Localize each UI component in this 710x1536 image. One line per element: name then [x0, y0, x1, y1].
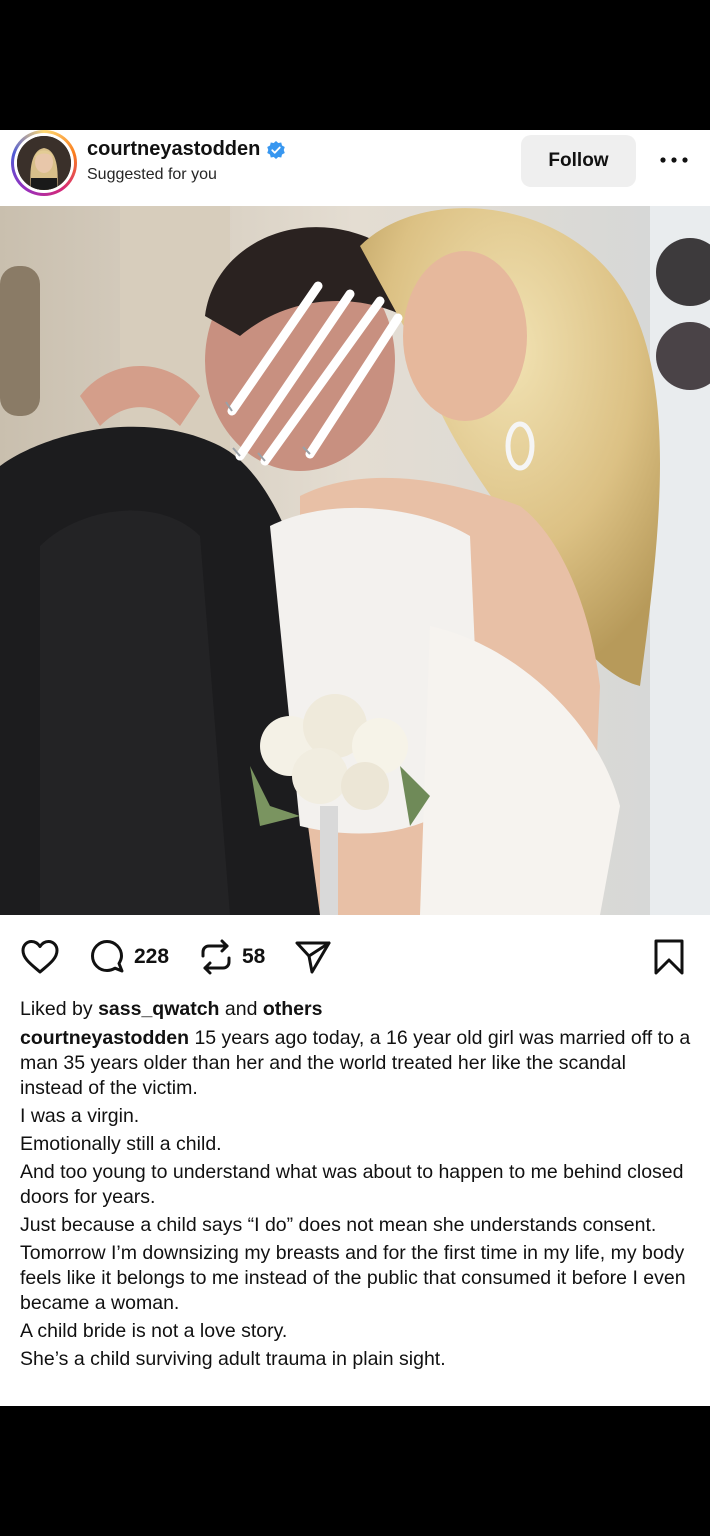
verified-badge-icon	[267, 140, 286, 159]
bookmark-icon	[654, 939, 684, 975]
like-button[interactable]	[20, 927, 60, 987]
avatar	[17, 136, 71, 190]
comments-count: 228	[134, 945, 170, 968]
top-black-bar	[0, 0, 710, 130]
liked-by-user[interactable]: sass_qwatch	[98, 998, 219, 1020]
caption-username[interactable]: courtneyastodden	[20, 1027, 189, 1049]
post-photo[interactable]	[0, 206, 710, 915]
liked-by-line: Liked by sass_qwatch and others	[20, 998, 323, 1020]
post-header: courtneyastodden Suggested for you Follo…	[0, 130, 710, 206]
caption-line: I was a virgin.	[20, 1105, 140, 1127]
repost-button[interactable]: 58	[198, 927, 265, 987]
comment-icon	[91, 940, 124, 973]
liked-by-others[interactable]: others	[263, 998, 323, 1020]
caption-line: Tomorrow I’m downsizing my breasts and f…	[20, 1242, 686, 1314]
follow-button[interactable]: Follow	[521, 135, 636, 187]
caption-line: She’s a child surviving adult trauma in …	[20, 1348, 446, 1370]
caption-line: Just because a child says “I do” does no…	[20, 1214, 657, 1236]
suggested-label: Suggested for you	[87, 166, 217, 183]
post-actions-bar: 228 58	[0, 927, 710, 987]
repost-icon	[201, 939, 231, 975]
post-caption-area: Liked by sass_qwatch and others courtney…	[20, 997, 692, 1375]
post-username[interactable]: courtneyastodden	[87, 138, 260, 161]
save-button[interactable]	[652, 927, 686, 987]
more-options-icon[interactable]	[656, 150, 692, 170]
caption-line: And too young to understand what was abo…	[20, 1161, 684, 1208]
heart-icon	[21, 940, 59, 974]
caption-line: Emotionally still a child.	[20, 1133, 222, 1155]
share-button[interactable]	[294, 927, 332, 987]
comment-button[interactable]: 228	[88, 927, 169, 987]
send-icon	[295, 941, 331, 974]
caption-line: A child bride is not a love story.	[20, 1320, 288, 1342]
bottom-black-bar	[0, 1406, 710, 1536]
wedding-photo-image	[0, 206, 710, 915]
story-ring[interactable]	[11, 130, 77, 196]
caption-first-paragraph: courtneyastodden 15 years ago today, a 1…	[20, 1026, 692, 1101]
instagram-post: courtneyastodden Suggested for you Follo…	[0, 130, 710, 1406]
reposts-count: 58	[242, 945, 266, 968]
